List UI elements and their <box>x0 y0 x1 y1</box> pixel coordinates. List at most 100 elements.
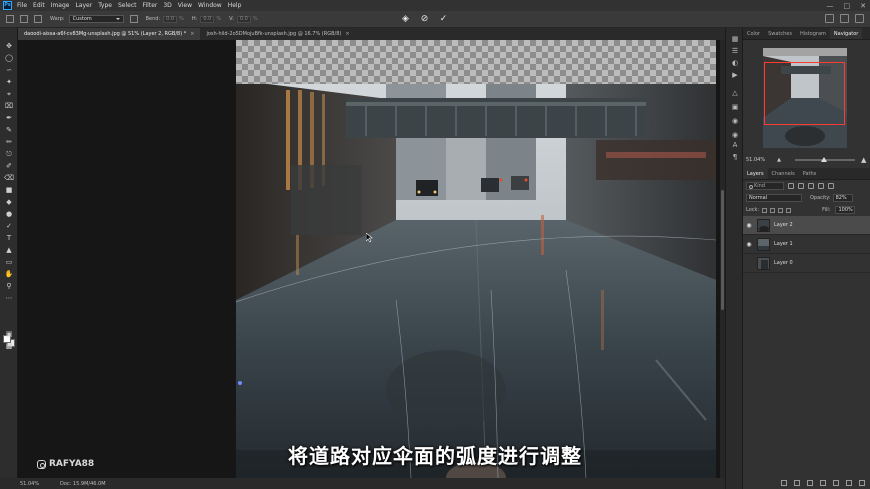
reference-point-icon[interactable] <box>34 15 42 23</box>
layer-name[interactable]: Layer 0 <box>774 260 793 266</box>
new-layer-icon[interactable] <box>846 480 852 486</box>
tab-swatches[interactable]: Swatches <box>764 28 796 39</box>
pixel-filter-icon[interactable] <box>788 183 794 189</box>
menu-3d[interactable]: 3D <box>163 2 171 9</box>
maximize-icon[interactable]: □ <box>844 2 851 10</box>
bend-input[interactable]: 0.0 <box>163 15 178 23</box>
tab-color[interactable]: Color <box>743 28 764 39</box>
warp-style-select[interactable]: Custom <box>68 15 124 23</box>
menu-help[interactable]: Help <box>228 2 242 9</box>
close-icon[interactable]: ✕ <box>860 2 866 10</box>
tab-channels[interactable]: Channels <box>768 168 799 179</box>
menu-filter[interactable]: Filter <box>143 2 158 9</box>
menu-edit[interactable]: Edit <box>33 2 45 9</box>
menu-layer[interactable]: Layer <box>75 2 92 9</box>
visibility-eye-icon[interactable]: ◉ <box>743 241 755 248</box>
menu-image[interactable]: Image <box>51 2 70 9</box>
v-distortion-input[interactable]: 0.0 <box>236 15 251 23</box>
layer-name[interactable]: Layer 1 <box>774 241 793 247</box>
layer-row[interactable]: ◉ Layer 2 <box>743 216 870 235</box>
eraser-tool-icon[interactable]: ⌫ <box>4 174 14 182</box>
shape-tool-icon[interactable]: ▭ <box>4 258 14 266</box>
layer-row[interactable]: ◉ Layer 1 <box>743 235 870 254</box>
tab-paths[interactable]: Paths <box>799 168 821 179</box>
lock-position-icon[interactable] <box>778 207 784 213</box>
new-adjustment-icon[interactable] <box>820 480 826 486</box>
workspace-icon[interactable] <box>840 14 849 23</box>
layer-kind-filter[interactable]: Kind <box>746 182 784 190</box>
minimize-icon[interactable]: — <box>827 2 834 10</box>
screen-mode-icon[interactable]: ▩ <box>4 342 14 350</box>
menu-view[interactable]: View <box>178 2 192 9</box>
opacity-input[interactable]: 82% <box>832 194 853 202</box>
navigator-zoom-value[interactable]: 51.04% <box>746 157 765 163</box>
tool-preset-icon[interactable] <box>20 15 28 23</box>
styles-icon[interactable]: ◉ <box>731 118 739 125</box>
libraries-icon[interactable]: ▣ <box>731 104 739 111</box>
tab-layers[interactable]: Layers <box>743 168 768 179</box>
quick-select-tool-icon[interactable]: ✦ <box>4 78 14 86</box>
character-icon[interactable]: A <box>731 142 739 149</box>
warp-mesh-overlay[interactable] <box>236 40 716 478</box>
tab-document-1[interactable]: daoodi-aissa-a6f-cv83Mg-unsplash.jpg @ 5… <box>18 28 201 40</box>
navigator-view-box[interactable] <box>764 62 845 125</box>
blur-tool-icon[interactable]: ◆ <box>4 198 14 206</box>
layer-row[interactable]: Layer 0 <box>743 254 870 273</box>
marquee-tool-icon[interactable]: ◯ <box>4 54 14 62</box>
navigator-preview[interactable] <box>763 48 847 148</box>
h-distortion-input[interactable]: 0.0 <box>200 15 215 23</box>
menu-type[interactable]: Type <box>98 2 112 9</box>
add-mask-icon[interactable] <box>807 480 813 486</box>
zoom-out-icon[interactable]: ▲ <box>777 157 781 163</box>
new-group-icon[interactable] <box>833 480 839 486</box>
blend-mode-select[interactable]: Normal <box>746 194 802 202</box>
layer-style-icon[interactable] <box>794 480 800 486</box>
dodge-tool-icon[interactable]: ● <box>4 210 14 218</box>
smart-object-filter-icon[interactable] <box>828 183 834 189</box>
crop-tool-icon[interactable]: ⌖ <box>4 90 14 98</box>
navigator-zoom-slider[interactable] <box>794 157 855 162</box>
adjustments-icon[interactable]: ◐ <box>731 60 739 67</box>
link-layers-icon[interactable] <box>781 480 787 486</box>
history-icon[interactable]: ▦ <box>731 36 739 43</box>
actions-icon[interactable]: ▶ <box>731 72 739 79</box>
cancel-transform-icon[interactable]: ⊘ <box>419 14 430 25</box>
type-filter-icon[interactable] <box>808 183 814 189</box>
type-tool-icon[interactable]: T <box>4 234 14 242</box>
document-canvas[interactable] <box>236 40 716 478</box>
channels-icon[interactable]: ◉ <box>731 132 739 139</box>
home-icon[interactable] <box>6 15 14 23</box>
search-icon[interactable] <box>825 14 834 23</box>
tab-document-2[interactable]: josh-hild-2o5DMojuBfk-unsplash.jpg @ 16.… <box>200 28 355 40</box>
healing-brush-tool-icon[interactable]: ✎ <box>4 126 14 134</box>
menu-file[interactable]: File <box>17 2 27 9</box>
quick-mask-icon[interactable]: ▣ <box>4 330 14 338</box>
zoom-tool-icon[interactable]: ⚲ <box>4 282 14 290</box>
fill-input[interactable]: 100% <box>835 206 856 214</box>
delete-layer-icon[interactable] <box>859 480 865 486</box>
slider-knob[interactable] <box>820 157 827 162</box>
path-selection-tool-icon[interactable]: ▲ <box>4 246 14 254</box>
shape-filter-icon[interactable] <box>818 183 824 189</box>
menu-select[interactable]: Select <box>118 2 137 9</box>
tab-histogram[interactable]: Histogram <box>796 28 830 39</box>
hand-tool-icon[interactable]: ✋ <box>4 270 14 278</box>
frame-tool-icon[interactable]: ⌧ <box>4 102 14 110</box>
history-brush-tool-icon[interactable]: ✐ <box>4 162 14 170</box>
commit-transform-icon[interactable]: ✓ <box>438 14 449 25</box>
3d-icon[interactable]: △ <box>731 90 739 97</box>
eyedropper-tool-icon[interactable]: ✒ <box>4 114 14 122</box>
properties-icon[interactable]: ☰ <box>731 48 739 55</box>
clone-stamp-tool-icon[interactable]: ⎋ <box>4 150 14 158</box>
gradient-tool-icon[interactable]: ■ <box>4 186 14 194</box>
more-tools-icon[interactable]: ⋯ <box>4 294 14 302</box>
lock-pixels-icon[interactable] <box>770 207 776 213</box>
warp-orientation-icon[interactable] <box>129 15 138 23</box>
close-tab-icon[interactable]: × <box>190 31 194 37</box>
canvas-area[interactable] <box>18 40 720 478</box>
lock-all-icon[interactable] <box>786 207 792 213</box>
lasso-tool-icon[interactable]: ∽ <box>4 66 14 74</box>
scrollbar-thumb[interactable] <box>721 190 724 310</box>
zoom-in-icon[interactable]: ▲ <box>861 156 866 164</box>
brush-tool-icon[interactable]: ✏ <box>4 138 14 146</box>
